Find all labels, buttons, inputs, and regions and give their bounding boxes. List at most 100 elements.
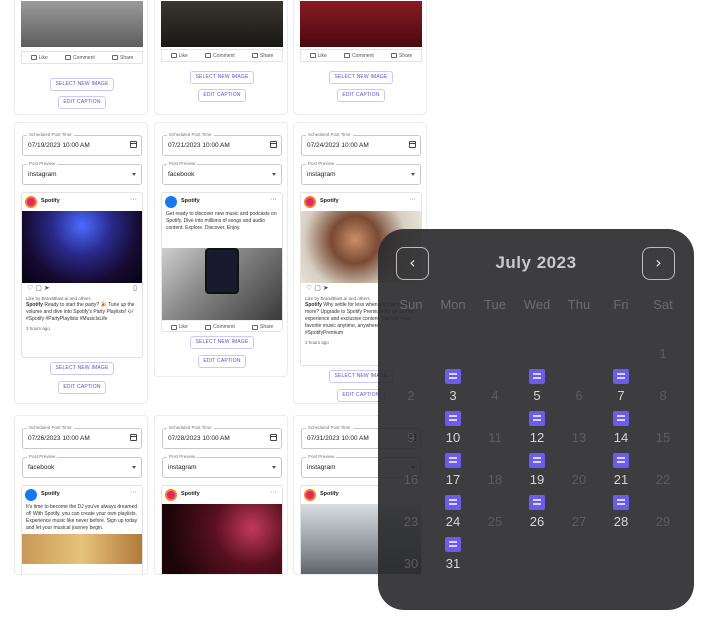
like-button[interactable]: Like bbox=[170, 324, 188, 330]
calendar-day[interactable]: 29 bbox=[642, 514, 684, 529]
calendar-day[interactable]: 24 bbox=[432, 514, 474, 529]
calendar-day[interactable]: 18 bbox=[474, 472, 516, 487]
scheduled-time-field[interactable]: Scheduled Post Time 07/26/2023 10:00 AM bbox=[22, 425, 142, 449]
edit-caption-button[interactable]: EDIT CAPTION bbox=[198, 355, 246, 368]
calendar-day[interactable]: 12 bbox=[516, 430, 558, 445]
calendar-day[interactable]: 11 bbox=[474, 430, 516, 445]
calendar-day[interactable]: 25 bbox=[474, 514, 516, 529]
edit-caption-button[interactable]: EDIT CAPTION bbox=[58, 96, 106, 109]
calendar-day[interactable]: 23 bbox=[390, 514, 432, 529]
scheduled-post-icon[interactable] bbox=[529, 453, 545, 468]
comment-icon[interactable]: ▢ bbox=[35, 285, 42, 292]
post-preview-select[interactable]: Post Preview facebook bbox=[162, 161, 282, 185]
edit-caption-button[interactable]: EDIT CAPTION bbox=[58, 381, 106, 394]
calendar-day[interactable]: 5 bbox=[516, 388, 558, 403]
heart-icon[interactable]: ♡ bbox=[27, 285, 33, 292]
send-icon[interactable]: ➤ bbox=[323, 285, 329, 292]
calendar-day[interactable]: 7 bbox=[600, 388, 642, 403]
share-button[interactable]: Share bbox=[252, 53, 273, 59]
calendar-day[interactable]: 15 bbox=[642, 430, 684, 445]
calendar-day[interactable]: 28 bbox=[600, 514, 642, 529]
scheduled-post-icon[interactable] bbox=[445, 369, 461, 384]
calendar-day[interactable]: 8 bbox=[642, 388, 684, 403]
post-preview-select[interactable]: Post Preview facebook bbox=[22, 454, 142, 478]
calendar-icon[interactable] bbox=[130, 141, 137, 148]
post-preview-select[interactable]: Post Preview instagram bbox=[162, 454, 282, 478]
comment-button[interactable]: Comment bbox=[205, 53, 235, 59]
calendar-icon[interactable] bbox=[130, 434, 137, 441]
calendar-day[interactable]: 20 bbox=[558, 472, 600, 487]
like-button[interactable]: Like bbox=[30, 54, 48, 61]
calendar-icon[interactable] bbox=[270, 141, 277, 148]
scheduled-post-icon[interactable] bbox=[613, 495, 629, 510]
post-actions: Like Comment Share bbox=[300, 49, 422, 62]
calendar-day[interactable]: 16 bbox=[390, 472, 432, 487]
scheduled-post-icon[interactable] bbox=[445, 411, 461, 426]
calendar-day[interactable]: 1 bbox=[642, 346, 684, 361]
scheduled-post-icon[interactable] bbox=[445, 495, 461, 510]
scheduled-time-field[interactable]: Scheduled Post Time 07/21/2023 10:00 AM bbox=[162, 132, 282, 156]
select-new-image-button[interactable]: SELECT NEW IMAGE bbox=[50, 362, 114, 375]
scheduled-post-icon[interactable] bbox=[445, 453, 461, 468]
like-button[interactable]: Like bbox=[309, 53, 327, 59]
post-preview-select[interactable]: Post Preview instagram bbox=[22, 161, 142, 185]
calendar-day[interactable]: 6 bbox=[558, 388, 600, 403]
more-icon[interactable]: ··· bbox=[270, 196, 277, 203]
scheduled-post-icon[interactable] bbox=[445, 537, 461, 552]
comment-button[interactable]: Comment bbox=[205, 324, 235, 330]
like-button[interactable]: Like bbox=[170, 53, 188, 59]
comment-icon bbox=[65, 55, 72, 60]
scheduled-post-icon[interactable] bbox=[529, 411, 545, 426]
more-icon[interactable]: ··· bbox=[270, 489, 277, 496]
scheduled-post-icon[interactable] bbox=[529, 369, 545, 384]
edit-caption-button[interactable]: EDIT CAPTION bbox=[198, 89, 246, 102]
calendar-day[interactable]: 4 bbox=[474, 388, 516, 403]
scheduled-post-icon[interactable] bbox=[529, 495, 545, 510]
send-icon[interactable]: ➤ bbox=[44, 285, 50, 292]
share-button[interactable]: Share bbox=[252, 324, 273, 330]
calendar-day[interactable]: 13 bbox=[558, 430, 600, 445]
comment-icon[interactable]: ▢ bbox=[314, 285, 321, 292]
select-new-image-button[interactable]: SELECT NEW IMAGE bbox=[190, 336, 254, 349]
calendar-day[interactable]: 9 bbox=[390, 430, 432, 445]
share-button[interactable]: Share bbox=[112, 55, 133, 61]
likes-text: Like by BrandBlast.ai and others bbox=[26, 296, 91, 301]
share-button[interactable]: Share bbox=[391, 53, 412, 59]
more-icon[interactable]: ··· bbox=[130, 489, 137, 496]
bookmark-icon[interactable]: ▯ bbox=[133, 284, 137, 292]
calendar-day[interactable]: 30 bbox=[390, 556, 432, 571]
calendar-icon[interactable] bbox=[409, 141, 416, 148]
select-new-image-button[interactable]: SELECT NEW IMAGE bbox=[50, 78, 114, 91]
select-new-image-button[interactable]: SELECT NEW IMAGE bbox=[329, 71, 393, 84]
weekday-label: Mon bbox=[440, 297, 466, 312]
calendar-day[interactable]: 26 bbox=[516, 514, 558, 529]
more-icon[interactable]: ··· bbox=[130, 196, 137, 203]
calendar-day[interactable]: 14 bbox=[600, 430, 642, 445]
calendar-day[interactable]: 31 bbox=[432, 556, 474, 571]
scheduled-post-icon[interactable] bbox=[613, 369, 629, 384]
calendar-day[interactable]: 27 bbox=[558, 514, 600, 529]
calendar-day[interactable]: 17 bbox=[432, 472, 474, 487]
select-new-image-button[interactable]: SELECT NEW IMAGE bbox=[190, 71, 254, 84]
calendar-day[interactable]: 10 bbox=[432, 430, 474, 445]
like-label: Like bbox=[38, 54, 48, 61]
calendar-day[interactable]: 22 bbox=[642, 472, 684, 487]
calendar-day[interactable]: 19 bbox=[516, 472, 558, 487]
post-preview-select[interactable]: Post Preview instagram bbox=[301, 161, 421, 185]
calendar-day[interactable]: 2 bbox=[390, 388, 432, 403]
scheduled-time-field[interactable]: Scheduled Post Time 07/28/2023 10:00 AM bbox=[162, 425, 282, 449]
scheduled-post-icon[interactable] bbox=[613, 453, 629, 468]
next-month-button[interactable]: › bbox=[642, 247, 675, 280]
scheduled-time-field[interactable]: Scheduled Post Time 07/19/2023 10:00 AM bbox=[22, 132, 142, 156]
scheduled-time-field[interactable]: Scheduled Post Time 07/24/2023 10:00 AM bbox=[301, 132, 421, 156]
calendar-day[interactable]: 21 bbox=[600, 472, 642, 487]
comment-button[interactable]: Comment bbox=[344, 53, 374, 59]
calendar-day[interactable]: 3 bbox=[432, 388, 474, 403]
heart-icon[interactable]: ♡ bbox=[306, 285, 312, 292]
comment-button[interactable]: Comment bbox=[65, 55, 95, 61]
instagram-avatar-icon bbox=[165, 489, 177, 501]
scheduled-post-icon[interactable] bbox=[613, 411, 629, 426]
more-icon[interactable]: ··· bbox=[409, 196, 416, 203]
calendar-icon[interactable] bbox=[270, 434, 277, 441]
edit-caption-button[interactable]: EDIT CAPTION bbox=[337, 89, 385, 102]
